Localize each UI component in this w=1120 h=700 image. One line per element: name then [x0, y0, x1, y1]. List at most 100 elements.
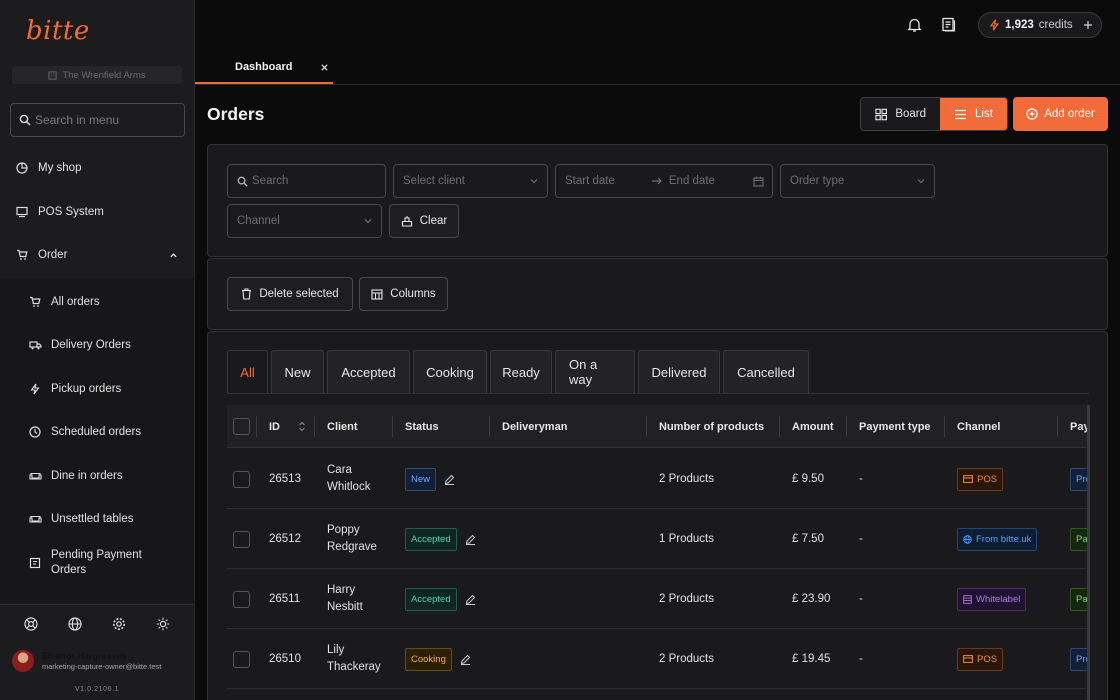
chevron-up-icon[interactable]: [169, 251, 178, 260]
columns-button[interactable]: Columns: [359, 277, 448, 311]
calendar-icon: [753, 176, 764, 187]
globe-icon: [963, 534, 972, 544]
status-tab-cooking[interactable]: Cooking: [413, 350, 487, 393]
nav-label: Scheduled orders: [51, 425, 142, 438]
date-range-picker[interactable]: Start date End date: [555, 164, 773, 198]
table-row[interactable]: 26512 Poppy Redgrave Accepted 1 Products…: [227, 509, 1089, 569]
nav-order[interactable]: Order: [0, 235, 194, 275]
status-tab-ready[interactable]: Ready: [490, 350, 552, 393]
nav-scheduled-orders[interactable]: Scheduled orders: [0, 413, 194, 451]
edit-icon[interactable]: [465, 534, 476, 545]
clear-filters-button[interactable]: Clear: [389, 204, 459, 238]
status-badge: Accepted: [405, 527, 457, 551]
monitor-icon: [15, 205, 29, 219]
globe-icon[interactable]: [67, 616, 83, 632]
menu-search-input[interactable]: [35, 113, 175, 127]
horizontal-scroll-edge[interactable]: [1087, 405, 1090, 700]
building-icon: [48, 70, 57, 80]
table-row[interactable]: 26513 Cara Whitlock New 2 Products £ 9.5…: [227, 449, 1089, 509]
row-checkbox[interactable]: [233, 530, 250, 548]
list-view-button[interactable]: List: [940, 98, 1007, 130]
close-icon[interactable]: [320, 63, 329, 72]
column-header-client[interactable]: Client: [327, 405, 358, 448]
nav-unsettled-tables[interactable]: Unsettled tables: [0, 500, 194, 538]
order-products: 2 Products: [659, 472, 714, 485]
tab-label: Dashboard: [235, 61, 293, 73]
order-type-select[interactable]: Order type: [780, 164, 935, 198]
channel-badge: POS: [957, 647, 1004, 671]
nav-my-shop[interactable]: My shop: [0, 148, 194, 188]
status-tab-cancelled[interactable]: Cancelled: [723, 350, 809, 393]
order-id: 26511: [269, 592, 301, 605]
status-tab-delivered[interactable]: Delivered: [638, 350, 720, 393]
order-client: Lily Thackeray: [327, 644, 381, 673]
column-header-id[interactable]: ID: [269, 405, 306, 448]
orders-table: ID Client Status Deliveryman Number of p…: [227, 405, 1089, 700]
channel-select[interactable]: Channel: [227, 204, 382, 238]
tabs-divider: [227, 393, 1089, 394]
avatar: [12, 650, 34, 672]
venue-selector[interactable]: The Wrenfield Arms: [12, 66, 182, 84]
client-select[interactable]: Select client: [393, 164, 548, 198]
delete-selected-button[interactable]: Delete selected: [227, 277, 353, 311]
edit-icon[interactable]: [460, 654, 471, 665]
user-profile[interactable]: Eleanor Hargreaves marketing-capture-own…: [12, 650, 161, 672]
nav-delivery-orders[interactable]: Delivery Orders: [0, 326, 194, 364]
truck-icon: [28, 338, 42, 352]
table-icon: [371, 288, 383, 300]
view-toggle: Board List: [860, 97, 1008, 131]
order-search-field[interactable]: Search: [227, 164, 386, 198]
status-tab-on-a-way[interactable]: On a way: [555, 350, 635, 393]
bell-icon[interactable]: [905, 16, 923, 34]
column-header-deliveryman[interactable]: Deliveryman: [502, 405, 567, 448]
nav-all-orders[interactable]: All orders: [0, 283, 194, 321]
nav-label: POS System: [38, 206, 104, 218]
sun-icon[interactable]: [155, 616, 171, 632]
nav-pos-system[interactable]: POS System: [0, 192, 194, 232]
search-placeholder: Search: [252, 175, 289, 187]
column-header-number-of-products[interactable]: Number of products: [659, 405, 764, 448]
tab-dashboard[interactable]: Dashboard: [195, 52, 333, 84]
order-payment-type: -: [859, 472, 863, 485]
bulk-actions-panel: Delete selected Columns: [207, 258, 1108, 330]
brand-logo[interactable]: bitte: [26, 16, 90, 46]
nav-dine-in-orders[interactable]: Dine in orders: [0, 457, 194, 495]
help-icon[interactable]: [23, 616, 39, 632]
nav-pickup-orders[interactable]: Pickup orders: [0, 370, 194, 408]
sofa-icon: [28, 469, 42, 483]
status-tab-all[interactable]: All: [227, 350, 268, 393]
order-type-placeholder: Order type: [790, 175, 845, 187]
status-tab-new[interactable]: New: [271, 350, 324, 393]
select-all-checkbox[interactable]: [233, 418, 250, 435]
sofa-icon: [28, 512, 42, 526]
credits-badge[interactable]: 1,923 credits: [978, 12, 1102, 38]
menu-search[interactable]: [10, 103, 185, 137]
columns-label: Columns: [390, 288, 436, 300]
plus-icon[interactable]: [1083, 20, 1093, 30]
order-amount: £ 9.50: [792, 472, 824, 485]
status-tab-accepted[interactable]: Accepted: [327, 350, 410, 393]
gear-icon[interactable]: [111, 616, 127, 632]
column-header-payment-type[interactable]: Payment type: [859, 405, 931, 448]
row-checkbox[interactable]: [233, 650, 250, 668]
page-title: Orders: [207, 104, 265, 124]
row-checkbox[interactable]: [233, 470, 250, 488]
orders-list-icon[interactable]: [939, 16, 957, 34]
edit-icon[interactable]: [444, 474, 455, 485]
sort-icon[interactable]: [298, 421, 306, 432]
channel-badge: From bitte.uk: [957, 527, 1038, 551]
column-header-amount[interactable]: Amount: [792, 405, 834, 448]
broom-icon: [401, 216, 412, 227]
order-payment-type: -: [859, 532, 863, 545]
add-order-button[interactable]: Add order: [1013, 97, 1108, 131]
table-header: ID Client Status Deliveryman Number of p…: [227, 405, 1089, 448]
edit-icon[interactable]: [465, 594, 476, 605]
table-row[interactable]: 26511 Harry Nesbitt Accepted 2 Products …: [227, 569, 1089, 629]
nav-pending-payment-orders[interactable]: Pending Payment Orders: [0, 544, 170, 582]
row-checkbox[interactable]: [233, 590, 250, 608]
board-view-button[interactable]: Board: [861, 98, 940, 130]
order-amount: £ 19.45: [792, 652, 831, 665]
column-header-status[interactable]: Status: [405, 405, 439, 448]
column-header-channel[interactable]: Channel: [957, 405, 1000, 448]
table-row[interactable]: 26510 Lily Thackeray Cooking 2 Products …: [227, 629, 1089, 689]
